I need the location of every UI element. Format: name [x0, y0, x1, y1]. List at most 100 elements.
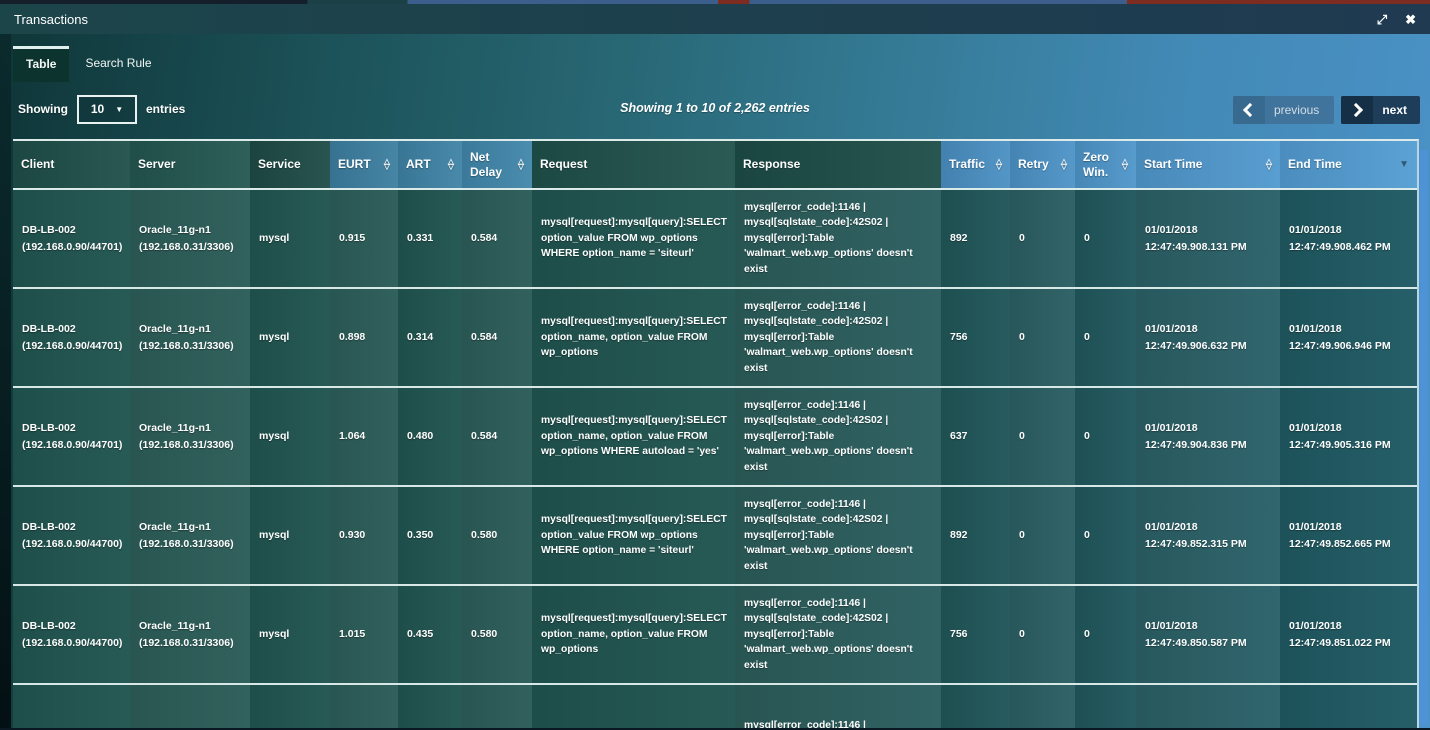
- column-header-net-delay[interactable]: Net Delay△▽: [462, 141, 532, 188]
- next-button[interactable]: next: [1341, 96, 1420, 124]
- cell-client: DB-LB-002 (192.168.0.90/44701): [13, 190, 130, 287]
- left-edge-shade: [0, 34, 11, 728]
- cell-service: [250, 685, 330, 728]
- expand-icon[interactable]: ⤢: [1377, 13, 1387, 26]
- table-row[interactable]: DB-LB-002 (192.168.0.90/44701)Oracle_11g…: [13, 289, 1417, 388]
- modal-body: Table Search Rule Showing 10 ▼ entries S…: [0, 34, 1430, 728]
- column-header-zero-win[interactable]: Zero Win.△▽: [1075, 141, 1136, 188]
- cell-traffic: [941, 685, 1010, 728]
- cell-art: 0.435: [398, 586, 462, 683]
- cell-retry: 0: [1010, 586, 1075, 683]
- column-label: Response: [743, 157, 800, 171]
- cell-server: Oracle_11g-n1: [130, 685, 250, 728]
- vertical-scrollbar[interactable]: [1420, 150, 1428, 726]
- cell-zero-win: 0: [1075, 487, 1136, 584]
- entries-summary: Showing 1 to 10 of 2,262 entries: [0, 101, 1430, 115]
- cell-art: 0.314: [398, 289, 462, 386]
- cell-server: Oracle_11g-n1 (192.168.0.31/3306): [130, 289, 250, 386]
- cell-zero-win: 0: [1075, 388, 1136, 485]
- cell-server: Oracle_11g-n1 (192.168.0.31/3306): [130, 388, 250, 485]
- cell-art: 0.480: [398, 388, 462, 485]
- cell-response: mysql[error_code]:1146 | mysql[sqlstate_…: [735, 190, 941, 287]
- cell-service: mysql: [250, 487, 330, 584]
- column-label: Server: [138, 157, 175, 171]
- cell-eurt: 1.015: [330, 586, 398, 683]
- sort-icon: △▽: [1266, 160, 1272, 170]
- column-header-eurt[interactable]: EURT △▽: [330, 141, 398, 188]
- column-header-traffic[interactable]: Traffic△▽: [941, 141, 1010, 188]
- cell-request: mysql[request]:mysql[query]:SELECT optio…: [532, 586, 735, 683]
- cell-zero-win: 0: [1075, 190, 1136, 287]
- cell-zero-win: [1075, 685, 1136, 728]
- table-row[interactable]: DB-LB-002 (192.168.0.90/44701)Oracle_11g…: [13, 388, 1417, 487]
- cell-start-time: 01/01/2018: [1136, 685, 1280, 728]
- cell-art: [398, 685, 462, 728]
- cell-service: mysql: [250, 388, 330, 485]
- cell-zero-win: 0: [1075, 586, 1136, 683]
- tab-search-rule[interactable]: Search Rule: [69, 46, 167, 82]
- cell-art: 0.350: [398, 487, 462, 584]
- cell-request: mysql[request]:mysql[query]:SELECT optio…: [532, 190, 735, 287]
- cell-end-time: 01/01/2018: [1280, 685, 1417, 728]
- cell-retry: 0: [1010, 487, 1075, 584]
- chevron-right-icon: [1341, 96, 1373, 124]
- cell-eurt: 0.915: [330, 190, 398, 287]
- cell-net-delay: 0.584: [462, 289, 532, 386]
- column-label: EURT: [338, 157, 371, 171]
- cell-client: DB-LB-002: [13, 685, 130, 728]
- cell-server: Oracle_11g-n1 (192.168.0.31/3306): [130, 586, 250, 683]
- cell-server: Oracle_11g-n1 (192.168.0.31/3306): [130, 487, 250, 584]
- cell-client: DB-LB-002 (192.168.0.90/44700): [13, 586, 130, 683]
- cell-response: mysql[error_code]:1146 | mysql[sqlstate_…: [735, 487, 941, 584]
- cell-traffic: 756: [941, 289, 1010, 386]
- column-header-response: Response: [735, 141, 941, 188]
- cell-retry: 0: [1010, 289, 1075, 386]
- next-label: next: [1373, 103, 1420, 117]
- cell-request: mysql[request]:mysql[query]:SELECT optio…: [532, 289, 735, 386]
- column-header-art[interactable]: ART△▽: [398, 141, 462, 188]
- cell-net-delay: 0.580: [462, 487, 532, 584]
- column-label: Retry: [1018, 157, 1049, 171]
- previous-button[interactable]: previous: [1233, 96, 1334, 124]
- cell-net-delay: [462, 685, 532, 728]
- column-label: Request: [540, 157, 587, 171]
- cell-client: DB-LB-002 (192.168.0.90/44701): [13, 289, 130, 386]
- column-header-client: Client: [13, 141, 130, 188]
- table-row[interactable]: DB-LB-002 (192.168.0.90/44700)Oracle_11g…: [13, 586, 1417, 685]
- cell-retry: [1010, 685, 1075, 728]
- column-header-retry[interactable]: Retry △▽: [1010, 141, 1075, 188]
- cell-eurt: [330, 685, 398, 728]
- column-label: End Time: [1288, 157, 1342, 171]
- cell-response: mysql[error_code]:1146 | mysql[sqlstate_…: [735, 388, 941, 485]
- modal-title: Transactions: [14, 12, 88, 27]
- cell-client: DB-LB-002 (192.168.0.90/44701): [13, 388, 130, 485]
- cell-retry: 0: [1010, 190, 1075, 287]
- sort-desc-icon: ▼: [1399, 159, 1409, 171]
- column-header-service: Service: [250, 141, 330, 188]
- cell-net-delay: 0.584: [462, 388, 532, 485]
- cell-response: mysql[error_code]:1146 | mysql[sqlstate_…: [735, 586, 941, 683]
- cell-start-time: 01/01/2018 12:47:49.904.836 PM: [1136, 388, 1280, 485]
- column-label: Service: [258, 157, 301, 171]
- sort-icon: △▽: [384, 160, 390, 170]
- tab-bar: Table Search Rule: [13, 46, 168, 82]
- cell-start-time: 01/01/2018 12:47:49.850.587 PM: [1136, 586, 1280, 683]
- sort-icon: △▽: [1061, 160, 1067, 170]
- close-icon[interactable]: ✖: [1405, 13, 1416, 26]
- column-header-end-time[interactable]: End Time ▼: [1280, 141, 1417, 188]
- cell-traffic: 892: [941, 487, 1010, 584]
- previous-label: previous: [1265, 103, 1334, 117]
- cell-client: DB-LB-002 (192.168.0.90/44700): [13, 487, 130, 584]
- table-row[interactable]: DB-LB-002 (192.168.0.90/44701)Oracle_11g…: [13, 190, 1417, 289]
- tab-table[interactable]: Table: [13, 46, 69, 82]
- modal-titlebar: Transactions ⤢ ✖: [0, 4, 1430, 34]
- column-label: Zero Win.: [1083, 150, 1118, 179]
- cell-service: mysql: [250, 289, 330, 386]
- cell-end-time: 01/01/2018 12:47:49.908.462 PM: [1280, 190, 1417, 287]
- cell-request: mysql[request]:mysql[query]:SELECT optio…: [532, 487, 735, 584]
- cell-response: mysql[error_code]:1146 | mysql[sqlstate_…: [735, 685, 941, 728]
- table-row[interactable]: DB-LB-002 (192.168.0.90/44700)Oracle_11g…: [13, 487, 1417, 586]
- column-header-start-time[interactable]: Start Time△▽: [1136, 141, 1280, 188]
- cell-service: mysql: [250, 190, 330, 287]
- table-row[interactable]: DB-LB-002Oracle_11g-n1mysql[request]:mys…: [13, 685, 1417, 728]
